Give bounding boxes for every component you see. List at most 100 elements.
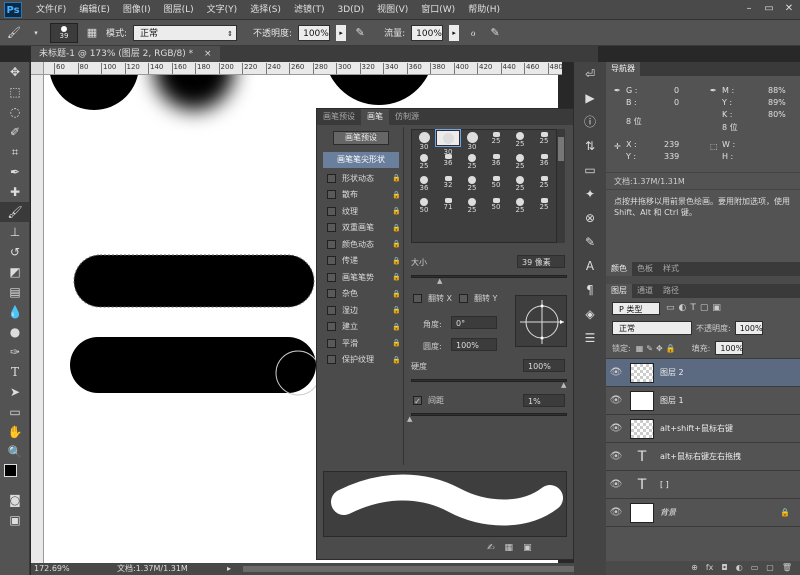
lock-icon[interactable]: 🔒	[392, 191, 401, 199]
lock-icon[interactable]: 🔒	[392, 240, 401, 248]
mode-select[interactable]: 正常 ⇕	[133, 24, 238, 41]
brush-tip-preset[interactable]: 25	[460, 174, 484, 196]
close-button[interactable]: ✕	[782, 2, 796, 16]
option-protect-texture[interactable]: 保护纹理 🔒	[327, 352, 401, 369]
pressure-opacity-icon[interactable]: ✎	[352, 25, 368, 41]
clone-source-icon[interactable]: ⊗	[574, 206, 606, 230]
document-tab[interactable]: 未标题-1 @ 173% (图层 2, RGB/8) * ×	[31, 46, 220, 62]
fx-icon[interactable]: fx	[706, 561, 714, 575]
h-scrollbar[interactable]	[243, 566, 603, 572]
hardness-field[interactable]: 100%	[523, 359, 565, 372]
angle-field[interactable]: 0°	[451, 316, 497, 329]
group-icon[interactable]: ▭	[751, 561, 759, 575]
hardness-slider-thumb[interactable]: ▲	[561, 381, 566, 389]
menu-image[interactable]: 图像(I)	[123, 0, 151, 20]
zoom-readout[interactable]: 172.69%	[34, 563, 70, 575]
layer-opacity-field[interactable]: 100%	[734, 321, 763, 335]
option-scattering[interactable]: 散布 🔒	[327, 187, 401, 204]
spacing-slider-thumb[interactable]: ▲	[407, 415, 412, 423]
tab-paths[interactable]: 路径	[658, 284, 684, 298]
layer-row[interactable]: 👁 图层 1	[606, 387, 800, 415]
toggle-hard-bristle-icon[interactable]: ✍	[487, 543, 495, 553]
lock-icon[interactable]: 🔒	[392, 339, 401, 347]
brush-tip-preset[interactable]: 25	[412, 152, 436, 174]
angle-roundness-widget[interactable]	[515, 295, 567, 347]
brush-tip-preset[interactable]: 25	[508, 130, 532, 152]
spacing-checkbox[interactable]: ✓ 间距	[413, 395, 444, 406]
option-brush-pose[interactable]: 画笔笔势 🔒	[327, 269, 401, 286]
clone-stamp-tool-icon[interactable]: ⊥	[0, 222, 30, 242]
size-field[interactable]: 39 像素	[517, 255, 565, 268]
lock-icon[interactable]: 🔒	[392, 273, 401, 281]
checkbox[interactable]	[327, 173, 336, 183]
filter-icons[interactable]: ▭◐T▢▣	[666, 303, 725, 313]
menu-view[interactable]: 视图(V)	[377, 0, 408, 20]
brush-icon[interactable]: ✎	[574, 230, 606, 254]
brush-tip-preset[interactable]: 36	[484, 152, 508, 174]
quick-mask-icon[interactable]: ◙	[0, 490, 30, 510]
brush-presets-icon[interactable]: ✦	[574, 182, 606, 206]
brush-tip-preset[interactable]: 25	[508, 196, 532, 218]
visibility-eye-icon[interactable]: 👁	[606, 367, 626, 378]
blur-tool-icon[interactable]: 💧	[0, 302, 30, 322]
tab-color[interactable]: 颜色	[606, 262, 632, 276]
option-wet-edges[interactable]: 湿边 🔒	[327, 302, 401, 319]
lock-icon[interactable]: 🔒	[392, 207, 401, 215]
checkbox[interactable]	[327, 338, 336, 348]
lock-icon[interactable]: 🔒	[392, 257, 401, 265]
layer-row[interactable]: 👁 图层 2	[606, 359, 800, 387]
screen-mode-icon[interactable]: ▣	[0, 510, 30, 530]
lasso-tool-icon[interactable]: ◌	[0, 102, 30, 122]
menu-help[interactable]: 帮助(H)	[468, 0, 500, 20]
flow-field[interactable]: 100%	[411, 24, 444, 41]
paragraph-icon[interactable]: ¶	[574, 278, 606, 302]
brush-panel-toggle-icon[interactable]: ▦	[84, 25, 100, 41]
option-shape-dynamics[interactable]: 形状动态 🔒	[327, 170, 401, 187]
brush-tip-preset[interactable]: 36	[412, 174, 436, 196]
lock-icon[interactable]: 🔒	[392, 290, 401, 298]
tab-layers[interactable]: 图层	[606, 284, 632, 298]
brush-presets-button[interactable]: 画笔预设	[333, 131, 389, 145]
chevron-down-icon[interactable]: ▾	[28, 25, 44, 41]
properties-icon[interactable]: ☰	[574, 326, 606, 350]
option-build-up[interactable]: 建立 🔒	[327, 319, 401, 336]
option-noise[interactable]: 杂色 🔒	[327, 286, 401, 303]
checkbox[interactable]	[327, 305, 336, 315]
spacing-slider[interactable]	[411, 413, 567, 416]
layer-row[interactable]: 👁 alt+shift+鼠标右键	[606, 415, 800, 443]
marquee-tool-icon[interactable]: ⬚	[0, 82, 30, 102]
maximize-button[interactable]: ▭	[762, 2, 776, 16]
checkbox[interactable]	[327, 190, 336, 200]
brush-tip-preset[interactable]: 25	[484, 130, 508, 152]
opacity-dropdown-icon[interactable]: ▸	[336, 24, 347, 41]
roundness-field[interactable]: 100%	[451, 338, 497, 351]
layer-row[interactable]: 👁 Talt+鼠标右键左右拖拽	[606, 443, 800, 471]
adjustment-icon[interactable]: ◐	[736, 561, 743, 575]
adjust-icon[interactable]: ⇅	[574, 134, 606, 158]
hardness-slider[interactable]	[411, 379, 567, 382]
actions-icon[interactable]: ▶	[574, 86, 606, 110]
gradient-tool-icon[interactable]: ▤	[0, 282, 30, 302]
layer-row[interactable]: 👁 背景 🔒	[606, 499, 800, 527]
checkbox[interactable]	[327, 206, 336, 216]
checkbox[interactable]	[327, 239, 336, 249]
checkbox[interactable]	[327, 355, 336, 365]
brush-tip-grid[interactable]: 30 30 30 25 25 25 25 36 25 36 25 36 36 32 25 50 25 25 50 71…	[411, 129, 557, 243]
channel-icon[interactable]: ▭	[574, 158, 606, 182]
brush-tool-icon[interactable]: 🖌	[6, 25, 22, 41]
menu-file[interactable]: 文件(F)	[36, 0, 66, 20]
shape-tool-icon[interactable]: ▭	[0, 402, 30, 422]
lock-icon[interactable]: 🔒	[392, 224, 401, 232]
layer-filter-select[interactable]: P 类型	[612, 301, 660, 315]
pen-tool-icon[interactable]: ✑	[0, 342, 30, 362]
lock-icons[interactable]: ▦✎✥🔒	[636, 344, 679, 353]
menu-select[interactable]: 选择(S)	[250, 0, 281, 20]
brush-tip-preset[interactable]: 25	[532, 174, 556, 196]
brush-tip-preset[interactable]: 25	[508, 174, 532, 196]
flow-dropdown-icon[interactable]: ▸	[449, 24, 460, 41]
healing-brush-tool-icon[interactable]: ✚	[0, 182, 30, 202]
menu-type[interactable]: 文字(Y)	[207, 0, 238, 20]
color-swatches[interactable]	[0, 462, 29, 490]
crop-tool-icon[interactable]: ⌗	[0, 142, 30, 162]
checkbox[interactable]	[327, 223, 336, 233]
